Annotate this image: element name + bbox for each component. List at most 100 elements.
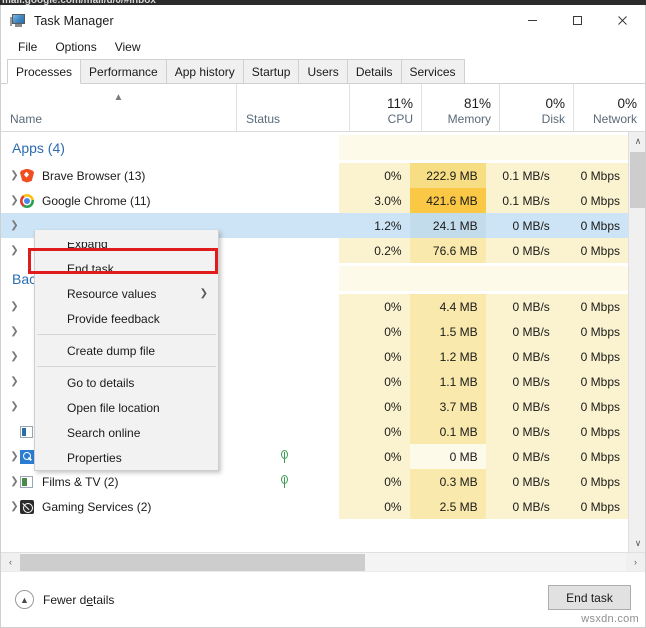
process-disk-cell: 0 MB/s [486,394,558,419]
column-header-status[interactable]: Status [236,84,349,131]
expand-chevron-icon[interactable]: ❯ [1,501,19,512]
scroll-down-button[interactable]: ∨ [629,534,646,552]
task-manager-screenshot: mail.google.com/mail/u/0/#inbox Task Man… [0,0,646,628]
expand-chevron-icon[interactable]: ❯ [1,220,19,231]
process-memory-cell: 421.6 MB [410,188,486,213]
process-row[interactable]: ❯Google Chrome (11)3.0%421.6 MB0.1 MB/s0… [1,188,628,213]
process-row[interactable]: ❯Brave Browser (13)0%222.9 MB0.1 MB/s0 M… [1,163,628,188]
process-memory-cell: 0 MB [410,444,486,469]
process-disk-cell: 0 MB/s [486,419,558,444]
tab-users[interactable]: Users [298,59,347,83]
process-status-cell [229,213,339,238]
process-cpu-cell: 0% [339,344,409,369]
process-row[interactable]: ❯Films & TV (2)0%0.3 MB0 MB/s0 Mbps [1,469,628,494]
fewer-details-button[interactable]: ▲ Fewer details [15,590,114,609]
column-header-network[interactable]: 0% Network [573,84,645,131]
process-network-cell: 0 Mbps [558,394,628,419]
expand-chevron-icon[interactable]: ❯ [1,301,19,312]
context-menu-item-label: Open file location [67,401,160,415]
expand-chevron-icon[interactable]: ❯ [1,326,19,337]
process-section-header[interactable]: Apps (4) [1,132,628,163]
process-memory-cell [410,135,486,160]
tab-services[interactable]: Services [401,59,465,83]
horizontal-scroll-thumb[interactable] [20,554,365,571]
column-header-row: ▲ Name Status 11% CPU 81% Memory 0% Disk… [1,84,645,132]
process-memory-cell [410,266,486,291]
menu-options[interactable]: Options [46,38,105,57]
vertical-scroll-thumb[interactable] [630,152,646,208]
process-icon [19,243,35,259]
tab-app-history[interactable]: App history [166,59,244,83]
process-disk-cell [486,266,558,291]
process-cpu-cell [339,266,409,291]
process-memory-cell: 1.2 MB [410,344,486,369]
context-menu-separator [37,366,216,367]
context-menu-item-provide-feedback[interactable]: Provide feedback [35,306,218,331]
process-icon [19,324,35,340]
tab-details[interactable]: Details [347,59,402,83]
expand-chevron-icon[interactable]: ❯ [1,170,19,181]
scroll-left-button[interactable]: ‹ [1,553,20,572]
tab-performance[interactable]: Performance [80,59,167,83]
horizontal-scroll-track[interactable] [20,553,626,572]
menu-view[interactable]: View [106,38,150,57]
process-status-cell [229,238,339,263]
expand-chevron-icon[interactable]: ❯ [1,195,19,206]
horizontal-scrollbar[interactable]: ‹ › [1,552,645,571]
context-menu-item-open-file-location[interactable]: Open file location [35,395,218,420]
column-header-memory[interactable]: 81% Memory [421,84,499,131]
process-name-label: Gaming Services (2) [42,500,151,514]
context-menu-item-go-to-details[interactable]: Go to details [35,370,218,395]
tab-strip: Processes Performance App history Startu… [1,59,645,84]
title-bar: Task Manager [1,5,645,36]
context-menu-item-properties[interactable]: Properties [35,445,218,470]
context-menu-item-end-task[interactable]: End task [35,256,218,281]
column-header-cpu[interactable]: 11% CPU [349,84,421,131]
context-menu-clipped-top-edge [34,230,219,242]
expand-chevron-icon[interactable]: ❯ [1,451,19,462]
process-row[interactable]: ❯Gaming Services (2)0%2.5 MB0 MB/s0 Mbps [1,494,628,519]
context-menu-item-label: Go to details [67,376,134,390]
close-button[interactable] [600,5,645,36]
column-header-cpu-label: CPU [350,112,421,127]
end-task-button[interactable]: End task [548,585,631,610]
context-menu-separator [37,334,216,335]
tab-startup[interactable]: Startup [243,59,300,83]
menu-file[interactable]: File [9,38,46,57]
column-header-name[interactable]: ▲ Name [1,84,236,131]
minimize-button[interactable] [510,5,555,36]
expand-chevron-icon[interactable]: ❯ [1,401,19,412]
expand-chevron-icon[interactable]: ❯ [1,476,19,487]
column-header-status-label: Status [237,112,349,127]
process-cpu-cell: 0.2% [339,238,409,263]
process-status-cell [229,188,339,213]
process-memory-cell: 222.9 MB [410,163,486,188]
process-network-cell: 0 Mbps [558,444,628,469]
vertical-scroll-track[interactable] [629,150,646,534]
process-cpu-cell: 0% [339,163,409,188]
context-menu-item-create-dump-file[interactable]: Create dump file [35,338,218,363]
context-menu-item-label: Properties [67,451,122,465]
process-network-cell: 0 Mbps [558,494,628,519]
process-icon [19,218,35,234]
tab-processes[interactable]: Processes [7,59,81,84]
cpu-total-percent: 11% [350,96,421,112]
process-status-cell [229,394,339,419]
column-header-disk[interactable]: 0% Disk [499,84,573,131]
vertical-scrollbar[interactable]: ∧ ∨ [628,132,645,552]
context-menu-item-resource-values[interactable]: Resource values❯ [35,281,218,306]
expand-chevron-icon[interactable]: ❯ [1,376,19,387]
context-menu[interactable]: ExpandEnd taskResource values❯Provide fe… [34,230,219,471]
expand-chevron-icon[interactable]: ❯ [1,351,19,362]
generic-app-icon [19,424,35,440]
process-network-cell: 0 Mbps [558,294,628,319]
chevron-up-icon: ▲ [15,590,34,609]
process-disk-cell: 0 MB/s [486,294,558,319]
memory-total-percent: 81% [422,96,499,112]
expand-chevron-icon[interactable]: ❯ [1,245,19,256]
scroll-right-button[interactable]: › [626,553,645,572]
process-memory-cell: 2.5 MB [410,494,486,519]
maximize-button[interactable] [555,5,600,36]
scroll-up-button[interactable]: ∧ [629,132,646,150]
context-menu-item-search-online[interactable]: Search online [35,420,218,445]
